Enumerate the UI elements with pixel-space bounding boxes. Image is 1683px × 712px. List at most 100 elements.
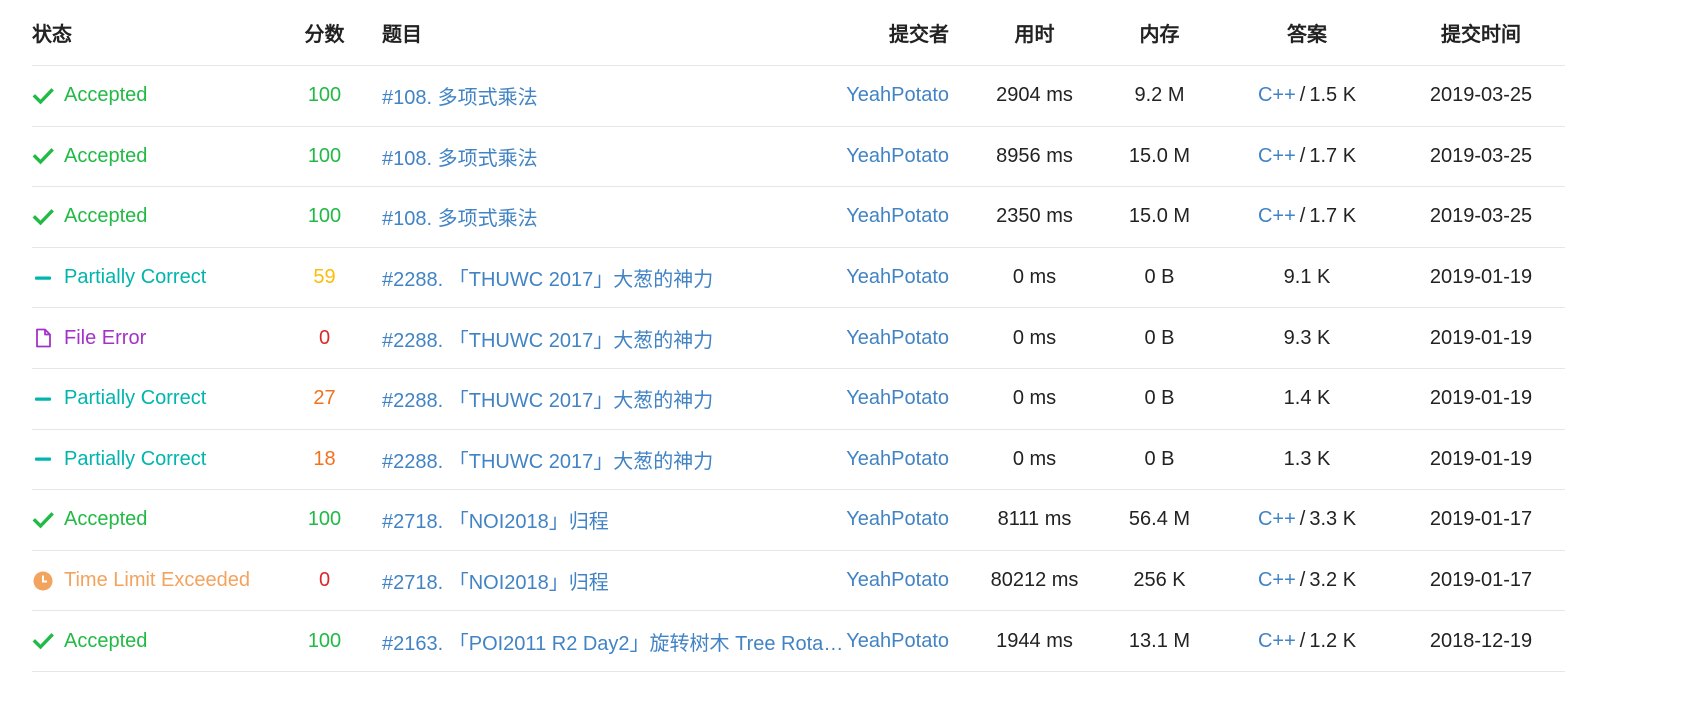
- language-link[interactable]: C++: [1258, 569, 1296, 592]
- answer-cell[interactable]: 9.1 K: [1222, 248, 1392, 308]
- score-value: 0: [318, 326, 331, 349]
- score-value: 18: [313, 447, 336, 470]
- date-cell: 2018-12-19: [1397, 611, 1565, 671]
- submissions-table: 状态 分数 题目 提交者 用时 内存 答案 提交时间 Accepted 100 …: [32, 0, 1565, 672]
- language-link[interactable]: C++: [1258, 508, 1296, 531]
- submitter-cell[interactable]: YeahPotato: [792, 127, 949, 187]
- language-link[interactable]: C++: [1258, 630, 1296, 653]
- header-memory: 内存: [1139, 24, 1180, 46]
- submitter-link[interactable]: YeahPotato: [846, 448, 949, 471]
- submitter-cell[interactable]: YeahPotato: [792, 369, 949, 429]
- problem-link[interactable]: #2718. 「NOI2018」归程: [382, 505, 609, 534]
- date-cell: 2019-01-19: [1397, 248, 1565, 308]
- score-value: 27: [313, 387, 336, 410]
- status-label[interactable]: Accepted: [64, 508, 147, 531]
- status-label[interactable]: Time Limit Exceeded: [64, 569, 250, 592]
- status-label[interactable]: Partially Correct: [64, 266, 206, 289]
- submitter-link[interactable]: YeahPotato: [846, 327, 949, 350]
- status-cell[interactable]: Accepted: [32, 127, 287, 187]
- status-cell[interactable]: Accepted: [32, 66, 287, 126]
- problem-cell[interactable]: #2288. 「THUWC 2017」大葱的神力: [382, 369, 847, 429]
- submitter-link[interactable]: YeahPotato: [846, 508, 949, 531]
- problem-cell[interactable]: #108. 多项式乘法: [382, 187, 847, 247]
- check-icon: [32, 206, 54, 228]
- status-label[interactable]: Partially Correct: [64, 448, 206, 471]
- problem-link[interactable]: #108. 多项式乘法: [382, 202, 538, 231]
- memory-cell: 0 B: [1097, 248, 1222, 308]
- answer-cell[interactable]: C++/1.7 K: [1222, 127, 1392, 187]
- problem-link[interactable]: #2288. 「THUWC 2017」大葱的神力: [382, 263, 713, 292]
- problem-link[interactable]: #2288. 「THUWC 2017」大葱的神力: [382, 384, 713, 413]
- minus-icon: [32, 448, 54, 470]
- status-cell[interactable]: Partially Correct: [32, 430, 287, 490]
- status-label[interactable]: Accepted: [64, 84, 147, 107]
- problem-link[interactable]: #2718. 「NOI2018」归程: [382, 566, 609, 595]
- problem-link[interactable]: #108. 多项式乘法: [382, 142, 538, 171]
- header-answer: 答案: [1287, 24, 1327, 46]
- status-cell[interactable]: Accepted: [32, 490, 287, 550]
- status-cell[interactable]: Partially Correct: [32, 248, 287, 308]
- answer-cell[interactable]: 9.3 K: [1222, 308, 1392, 368]
- problem-link[interactable]: #108. 多项式乘法: [382, 81, 538, 110]
- problem-cell[interactable]: #108. 多项式乘法: [382, 66, 847, 126]
- submitter-link[interactable]: YeahPotato: [846, 145, 949, 168]
- answer-cell[interactable]: C++/1.2 K: [1222, 611, 1392, 671]
- language-link[interactable]: C++: [1258, 205, 1296, 228]
- time-cell: 80212 ms: [972, 551, 1097, 611]
- submitter-cell[interactable]: YeahPotato: [792, 430, 949, 490]
- time-value: 2350 ms: [996, 205, 1073, 228]
- submitter-cell[interactable]: YeahPotato: [792, 490, 949, 550]
- problem-link[interactable]: #2288. 「THUWC 2017」大葱的神力: [382, 445, 713, 474]
- separator: /: [1299, 205, 1306, 228]
- score-cell: 100: [287, 490, 362, 550]
- submitter-cell[interactable]: YeahPotato: [792, 66, 949, 126]
- problem-cell[interactable]: #2163. 「POI2011 R2 Day2」旋转树木 Tree Rotati…: [382, 611, 847, 671]
- problem-cell[interactable]: #2288. 「THUWC 2017」大葱的神力: [382, 430, 847, 490]
- submitter-cell[interactable]: YeahPotato: [792, 551, 949, 611]
- language-link[interactable]: C++: [1258, 84, 1296, 107]
- language-link[interactable]: C++: [1258, 145, 1296, 168]
- submitter-link[interactable]: YeahPotato: [846, 84, 949, 107]
- date-cell: 2019-01-17: [1397, 551, 1565, 611]
- submit-date: 2019-01-19: [1429, 266, 1533, 289]
- status-label[interactable]: File Error: [64, 327, 146, 350]
- time-cell: 8956 ms: [972, 127, 1097, 187]
- problem-cell[interactable]: #2718. 「NOI2018」归程: [382, 551, 847, 611]
- answer-cell[interactable]: C++/3.3 K: [1222, 490, 1392, 550]
- problem-link[interactable]: #2288. 「THUWC 2017」大葱的神力: [382, 324, 713, 353]
- submitter-cell[interactable]: YeahPotato: [792, 308, 949, 368]
- submitter-link[interactable]: YeahPotato: [846, 630, 949, 653]
- submitter-cell[interactable]: YeahPotato: [792, 187, 949, 247]
- status-cell[interactable]: Time Limit Exceeded: [32, 551, 287, 611]
- answer-cell[interactable]: C++/1.5 K: [1222, 66, 1392, 126]
- problem-cell[interactable]: #108. 多项式乘法: [382, 127, 847, 187]
- status-label[interactable]: Accepted: [64, 205, 147, 228]
- status-label[interactable]: Accepted: [64, 145, 147, 168]
- memory-value: 56.4 M: [1128, 508, 1191, 531]
- problem-cell[interactable]: #2288. 「THUWC 2017」大葱的神力: [382, 308, 847, 368]
- submitter-link[interactable]: YeahPotato: [846, 266, 949, 289]
- submitter-cell[interactable]: YeahPotato: [792, 611, 949, 671]
- answer-cell[interactable]: 1.3 K: [1222, 430, 1392, 490]
- answer-cell[interactable]: C++/3.2 K: [1222, 551, 1392, 611]
- status-cell[interactable]: Accepted: [32, 611, 287, 671]
- status-cell[interactable]: File Error: [32, 308, 287, 368]
- status-label[interactable]: Partially Correct: [64, 387, 206, 410]
- status-cell[interactable]: Partially Correct: [32, 369, 287, 429]
- time-value: 0 ms: [1012, 447, 1057, 470]
- submitter-cell[interactable]: YeahPotato: [792, 248, 949, 308]
- submitter-link[interactable]: YeahPotato: [846, 205, 949, 228]
- problem-cell[interactable]: #2718. 「NOI2018」归程: [382, 490, 847, 550]
- answer-cell[interactable]: 1.4 K: [1222, 369, 1392, 429]
- answer-cell[interactable]: C++/1.7 K: [1222, 187, 1392, 247]
- submitter-link[interactable]: YeahPotato: [846, 569, 949, 592]
- header-problem: 题目: [382, 24, 422, 46]
- problem-link[interactable]: #2163. 「POI2011 R2 Day2」旋转树木 Tree Rotati…: [382, 627, 847, 656]
- submitter-link[interactable]: YeahPotato: [846, 387, 949, 410]
- check-icon: [32, 509, 54, 531]
- status-cell[interactable]: Accepted: [32, 187, 287, 247]
- memory-cell: 15.0 M: [1097, 187, 1222, 247]
- status-label[interactable]: Accepted: [64, 630, 147, 653]
- submit-date: 2019-01-19: [1429, 387, 1533, 410]
- problem-cell[interactable]: #2288. 「THUWC 2017」大葱的神力: [382, 248, 847, 308]
